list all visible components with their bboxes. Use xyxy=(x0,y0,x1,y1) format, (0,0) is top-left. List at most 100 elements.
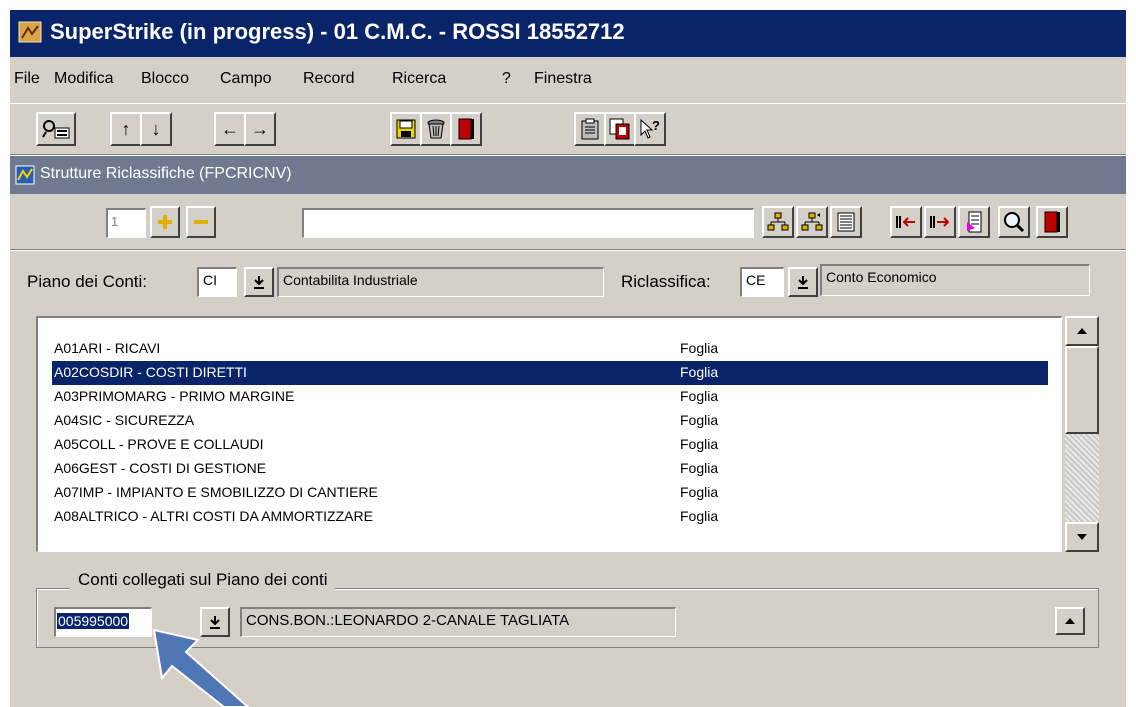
annotation-arrow-icon xyxy=(152,628,250,707)
list-icon xyxy=(837,212,855,232)
arrow-up-small-icon xyxy=(1065,618,1075,624)
exit-button[interactable] xyxy=(450,112,482,146)
add-record-button[interactable] xyxy=(150,206,180,238)
prev-block-button[interactable]: ← xyxy=(214,112,246,146)
riclassifica-label: Riclassifica: xyxy=(621,272,711,291)
scroll-up-button[interactable] xyxy=(1065,316,1099,346)
piano-code-field[interactable]: CI xyxy=(197,267,237,297)
piano-description-field: Contabilita Industriale xyxy=(277,267,604,297)
exit-door-icon xyxy=(458,118,474,140)
list-item[interactable]: A03PRIMOMARG - PRIMO MARGINE Foglia xyxy=(52,385,1048,409)
linked-scroll-up-button[interactable] xyxy=(1055,607,1085,635)
list-view-button[interactable] xyxy=(830,206,862,238)
list-item-type: Foglia xyxy=(680,364,719,380)
menu-help[interactable]: ? xyxy=(502,70,511,88)
save-button[interactable] xyxy=(390,112,422,146)
reorder-icon xyxy=(967,211,982,233)
menu-blocco[interactable]: Blocco xyxy=(141,70,189,88)
magnifier-icon xyxy=(1004,212,1025,233)
menu-campo[interactable]: Campo xyxy=(220,70,272,88)
delete-button[interactable] xyxy=(420,112,452,146)
trash-icon xyxy=(427,119,445,139)
riclassifica-code-field[interactable]: CE xyxy=(740,267,784,297)
query-icon xyxy=(42,120,70,139)
prev-record-button[interactable]: ↑ xyxy=(110,112,142,146)
menu-file[interactable]: File xyxy=(14,70,40,88)
form-title: Strutture Riclassifiche (FPCRICNV) xyxy=(40,165,292,182)
next-block-button[interactable]: → xyxy=(244,112,276,146)
form-title-bar: Strutture Riclassifiche (FPCRICNV) xyxy=(10,156,1126,194)
close-form-button[interactable] xyxy=(1036,206,1068,238)
form-toolbar: 1 xyxy=(10,194,1126,250)
copy-icon xyxy=(609,118,630,140)
list-item[interactable]: A07IMP - IMPIANTO E SMOBILIZZO DI CANTIE… xyxy=(52,481,1048,505)
riclassifica-dropdown-button[interactable] xyxy=(788,267,818,297)
tree-expand-button[interactable] xyxy=(762,206,794,238)
list-item-code: A04SIC - SICUREZZA xyxy=(54,412,195,428)
list-item-type: Foglia xyxy=(680,412,719,428)
list-item[interactable]: A08ALTRICO - ALTRI COSTI DA AMMORTIZZARE… xyxy=(52,505,1048,529)
list-item-code: A06GEST - COSTI DI GESTIONE xyxy=(54,460,267,476)
dropdown-arrow-icon xyxy=(798,276,808,289)
record-number-field[interactable]: 1 xyxy=(106,208,146,238)
list-item-code: A07IMP - IMPIANTO E SMOBILIZZO DI CANTIE… xyxy=(54,484,378,500)
arrow-right-icon: → xyxy=(251,118,269,139)
list-item[interactable]: A05COLL - PROVE E COLLAUDI Foglia xyxy=(52,433,1048,457)
move-right-button[interactable] xyxy=(924,206,956,238)
remove-record-button[interactable] xyxy=(186,206,216,238)
find-button[interactable] xyxy=(998,206,1030,238)
menu-modifica[interactable]: Modifica xyxy=(54,70,114,88)
list-scrollbar[interactable] xyxy=(1065,316,1099,552)
help-pointer-icon: ? xyxy=(640,118,660,139)
riclassifiche-list[interactable]: A01ARI - RICAVI Foglia A02COSDIR - COSTI… xyxy=(36,316,1062,552)
save-icon xyxy=(396,119,416,139)
linked-accounts-label: Conti collegati sul Piano dei conti xyxy=(70,570,336,590)
svg-text:?: ? xyxy=(652,118,660,133)
list-item-code: A08ALTRICO - ALTRI COSTI DA AMMORTIZZARE xyxy=(54,508,373,524)
search-field[interactable] xyxy=(302,208,754,238)
clipboard-icon xyxy=(581,118,599,140)
riclassifica-description-field: Conto Economico xyxy=(820,264,1090,296)
list-item-selected[interactable]: A02COSDIR - COSTI DIRETTI Foglia xyxy=(52,361,1048,385)
list-item[interactable]: A06GEST - COSTI DI GESTIONE Foglia xyxy=(52,457,1048,481)
main-toolbar: ↑ ↓ ← → ? xyxy=(10,103,1126,155)
menu-finestra[interactable]: Finestra xyxy=(534,70,592,88)
move-left-icon xyxy=(896,216,915,228)
list-item-code: A03PRIMOMARG - PRIMO MARGINE xyxy=(54,388,295,404)
plus-icon xyxy=(158,215,172,229)
query-button[interactable] xyxy=(36,112,76,146)
menu-bar: File Modifica Blocco Campo Record Ricerc… xyxy=(10,57,1126,103)
list-item-type: Foglia xyxy=(680,484,719,500)
move-left-button[interactable] xyxy=(890,206,922,238)
menu-record[interactable]: Record xyxy=(303,70,355,88)
app-icon xyxy=(18,21,42,43)
help-button[interactable]: ? xyxy=(634,112,666,146)
list-item-type: Foglia xyxy=(680,388,719,404)
scroll-track[interactable] xyxy=(1065,434,1099,522)
dropdown-arrow-icon xyxy=(254,276,264,289)
scroll-thumb[interactable] xyxy=(1065,346,1099,434)
next-record-button[interactable]: ↓ xyxy=(140,112,172,146)
form-window-icon xyxy=(15,165,35,185)
arrow-up-small-icon xyxy=(1077,328,1087,334)
arrow-down-small-icon xyxy=(1077,534,1087,540)
app-title: SuperStrike (in progress) - 01 C.M.C. - … xyxy=(50,19,625,44)
list-item-type: Foglia xyxy=(680,508,719,524)
piano-dropdown-button[interactable] xyxy=(244,267,274,297)
account-code-field[interactable]: 005995000 xyxy=(54,607,152,637)
arrow-down-icon: ↓ xyxy=(151,118,161,139)
list-item-code: A01ARI - RICAVI xyxy=(54,340,161,356)
reorder-button[interactable] xyxy=(958,206,990,238)
list-item[interactable]: A01ARI - RICAVI Foglia xyxy=(52,337,1048,361)
scroll-down-button[interactable] xyxy=(1065,522,1099,552)
clipboard-button[interactable] xyxy=(574,112,606,146)
tree-collapse-button[interactable] xyxy=(796,206,828,238)
account-code-value: 005995000 xyxy=(57,613,130,629)
exit-door-icon xyxy=(1044,211,1060,233)
list-item[interactable]: A04SIC - SICUREZZA Foglia xyxy=(52,409,1048,433)
copy-button[interactable] xyxy=(604,112,636,146)
menu-ricerca[interactable]: Ricerca xyxy=(392,70,446,88)
account-description-field: CONS.BON.:LEONARDO 2-CANALE TAGLIATA xyxy=(240,607,676,637)
list-item-type: Foglia xyxy=(680,460,719,476)
tree-collapse-icon xyxy=(801,212,823,231)
